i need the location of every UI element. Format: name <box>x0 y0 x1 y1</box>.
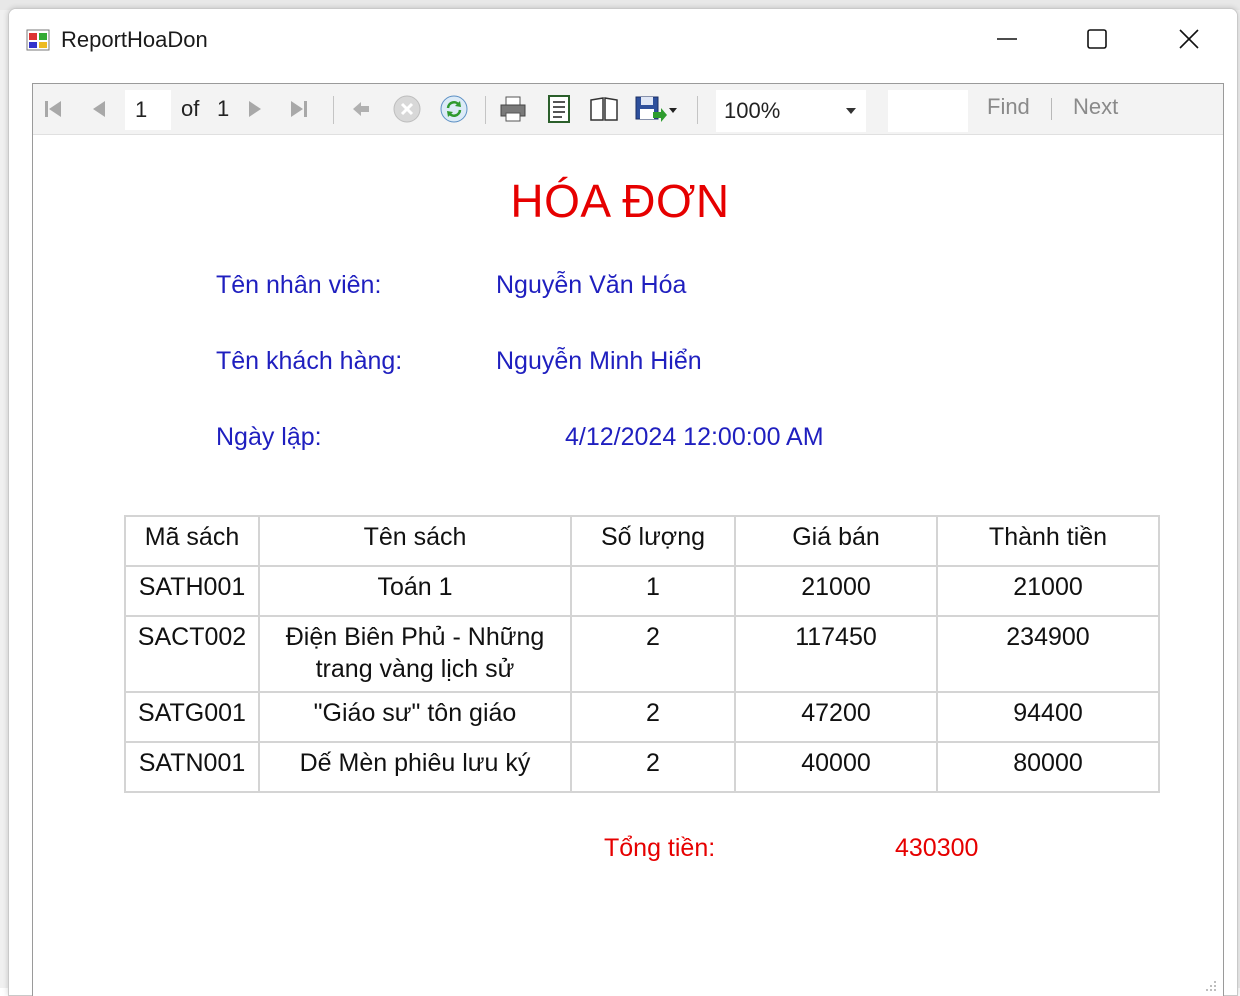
price-cell: 47200 <box>734 691 938 743</box>
minimize-button[interactable] <box>961 9 1053 69</box>
next-page-icon <box>249 101 261 117</box>
column-header: Số lượng <box>570 515 736 567</box>
back-arrow-icon <box>353 102 369 116</box>
total-label: Tổng tiền: <box>604 834 716 862</box>
zoom-dropdown-arrow-icon[interactable] <box>846 108 856 114</box>
table-header-row: Mã sách Tên sách Số lượng Giá bán Thành … <box>124 515 1160 567</box>
column-header: Giá bán <box>734 515 938 567</box>
book-title-cell: Dế Mèn phiêu lưu ký <box>258 741 572 793</box>
toolbar-separator <box>697 96 698 124</box>
close-icon <box>1179 29 1199 49</box>
export-save-icon <box>635 96 677 122</box>
report-toolbar: 1 of 1 100% Find Next <box>33 84 1223 135</box>
stop-icon <box>393 95 421 123</box>
amount-cell: 94400 <box>936 691 1160 743</box>
resize-grip-icon[interactable] <box>1205 980 1217 992</box>
window-title: ReportHoaDon <box>61 27 208 52</box>
last-page-button[interactable] <box>283 84 315 134</box>
refresh-icon <box>440 95 468 123</box>
zoom-select[interactable]: 100% <box>716 90 866 132</box>
price-cell: 117450 <box>734 615 938 693</box>
date-value: 4/12/2024 12:00:00 AM <box>565 423 824 451</box>
total-value: 430300 <box>895 834 979 862</box>
back-button[interactable] <box>345 84 377 134</box>
find-separator <box>1051 98 1052 120</box>
previous-page-button[interactable] <box>83 84 115 134</box>
quantity-cell: 2 <box>570 615 736 693</box>
report-title: HÓA ĐƠN <box>510 175 730 227</box>
refresh-button[interactable] <box>436 84 472 134</box>
toolbar-separator <box>485 96 486 124</box>
page-number-input[interactable]: 1 <box>125 90 171 130</box>
next-page-button[interactable] <box>239 84 271 134</box>
date-label: Ngày lập: <box>216 423 322 451</box>
find-text-input[interactable] <box>888 90 968 132</box>
book-title-cell: "Giáo sư" tôn giáo <box>258 691 572 743</box>
last-page-icon <box>291 101 307 117</box>
quantity-cell: 2 <box>570 691 736 743</box>
of-label: of <box>181 96 200 121</box>
previous-page-icon <box>93 101 105 117</box>
print-layout-button[interactable] <box>541 84 577 134</box>
invoice-items-table: Mã sách Tên sách Số lượng Giá bán Thành … <box>124 515 1160 793</box>
print-layout-icon <box>548 95 570 123</box>
total-pages: 1 <box>217 96 230 121</box>
app-icon <box>26 29 50 51</box>
customer-label: Tên khách hàng: <box>216 347 403 375</box>
table-row: SATH001 Toán 1 1 21000 21000 <box>124 565 1160 617</box>
print-button[interactable] <box>495 84 531 134</box>
table-row: SACT002 Điện Biên Phủ - Những trang vàng… <box>124 615 1160 693</box>
column-header: Mã sách <box>124 515 260 567</box>
book-code-cell: SACT002 <box>124 615 260 693</box>
stop-button[interactable] <box>389 84 425 134</box>
employee-label: Tên nhân viên: <box>216 271 382 299</box>
zoom-value: 100% <box>724 98 781 123</box>
book-title-cell: Điện Biên Phủ - Những trang vàng lịch sử <box>258 615 572 693</box>
table-row: SATN001 Dế Mèn phiêu lưu ký 2 40000 8000… <box>124 741 1160 793</box>
minimize-icon <box>997 38 1017 40</box>
printer-icon <box>500 96 526 122</box>
book-code-cell: SATH001 <box>124 565 260 617</box>
close-button[interactable] <box>1143 9 1235 69</box>
page-setup-button[interactable] <box>586 84 622 134</box>
price-cell: 21000 <box>734 565 938 617</box>
book-code-cell: SATG001 <box>124 691 260 743</box>
customer-value: Nguyễn Minh Hiển <box>496 347 702 375</box>
toolbar-separator <box>333 96 334 124</box>
first-page-button[interactable] <box>37 84 69 134</box>
column-header: Tên sách <box>258 515 572 567</box>
title-bar: ReportHoaDon <box>9 9 1237 69</box>
book-title-cell: Toán 1 <box>258 565 572 617</box>
price-cell: 40000 <box>734 741 938 793</box>
first-page-icon <box>45 101 61 117</box>
table-row: SATG001 "Giáo sư" tôn giáo 2 47200 94400 <box>124 691 1160 743</box>
page-setup-icon <box>590 97 618 121</box>
export-button[interactable] <box>631 84 681 134</box>
find-link[interactable]: Find <box>987 94 1030 120</box>
quantity-cell: 1 <box>570 565 736 617</box>
employee-value: Nguyễn Văn Hóa <box>496 271 687 299</box>
maximize-button[interactable] <box>1051 9 1143 69</box>
maximize-icon <box>1087 29 1107 49</box>
amount-cell: 80000 <box>936 741 1160 793</box>
amount-cell: 21000 <box>936 565 1160 617</box>
next-link[interactable]: Next <box>1073 94 1118 120</box>
column-header: Thành tiền <box>936 515 1160 567</box>
quantity-cell: 2 <box>570 741 736 793</box>
book-code-cell: SATN001 <box>124 741 260 793</box>
amount-cell: 234900 <box>936 615 1160 693</box>
